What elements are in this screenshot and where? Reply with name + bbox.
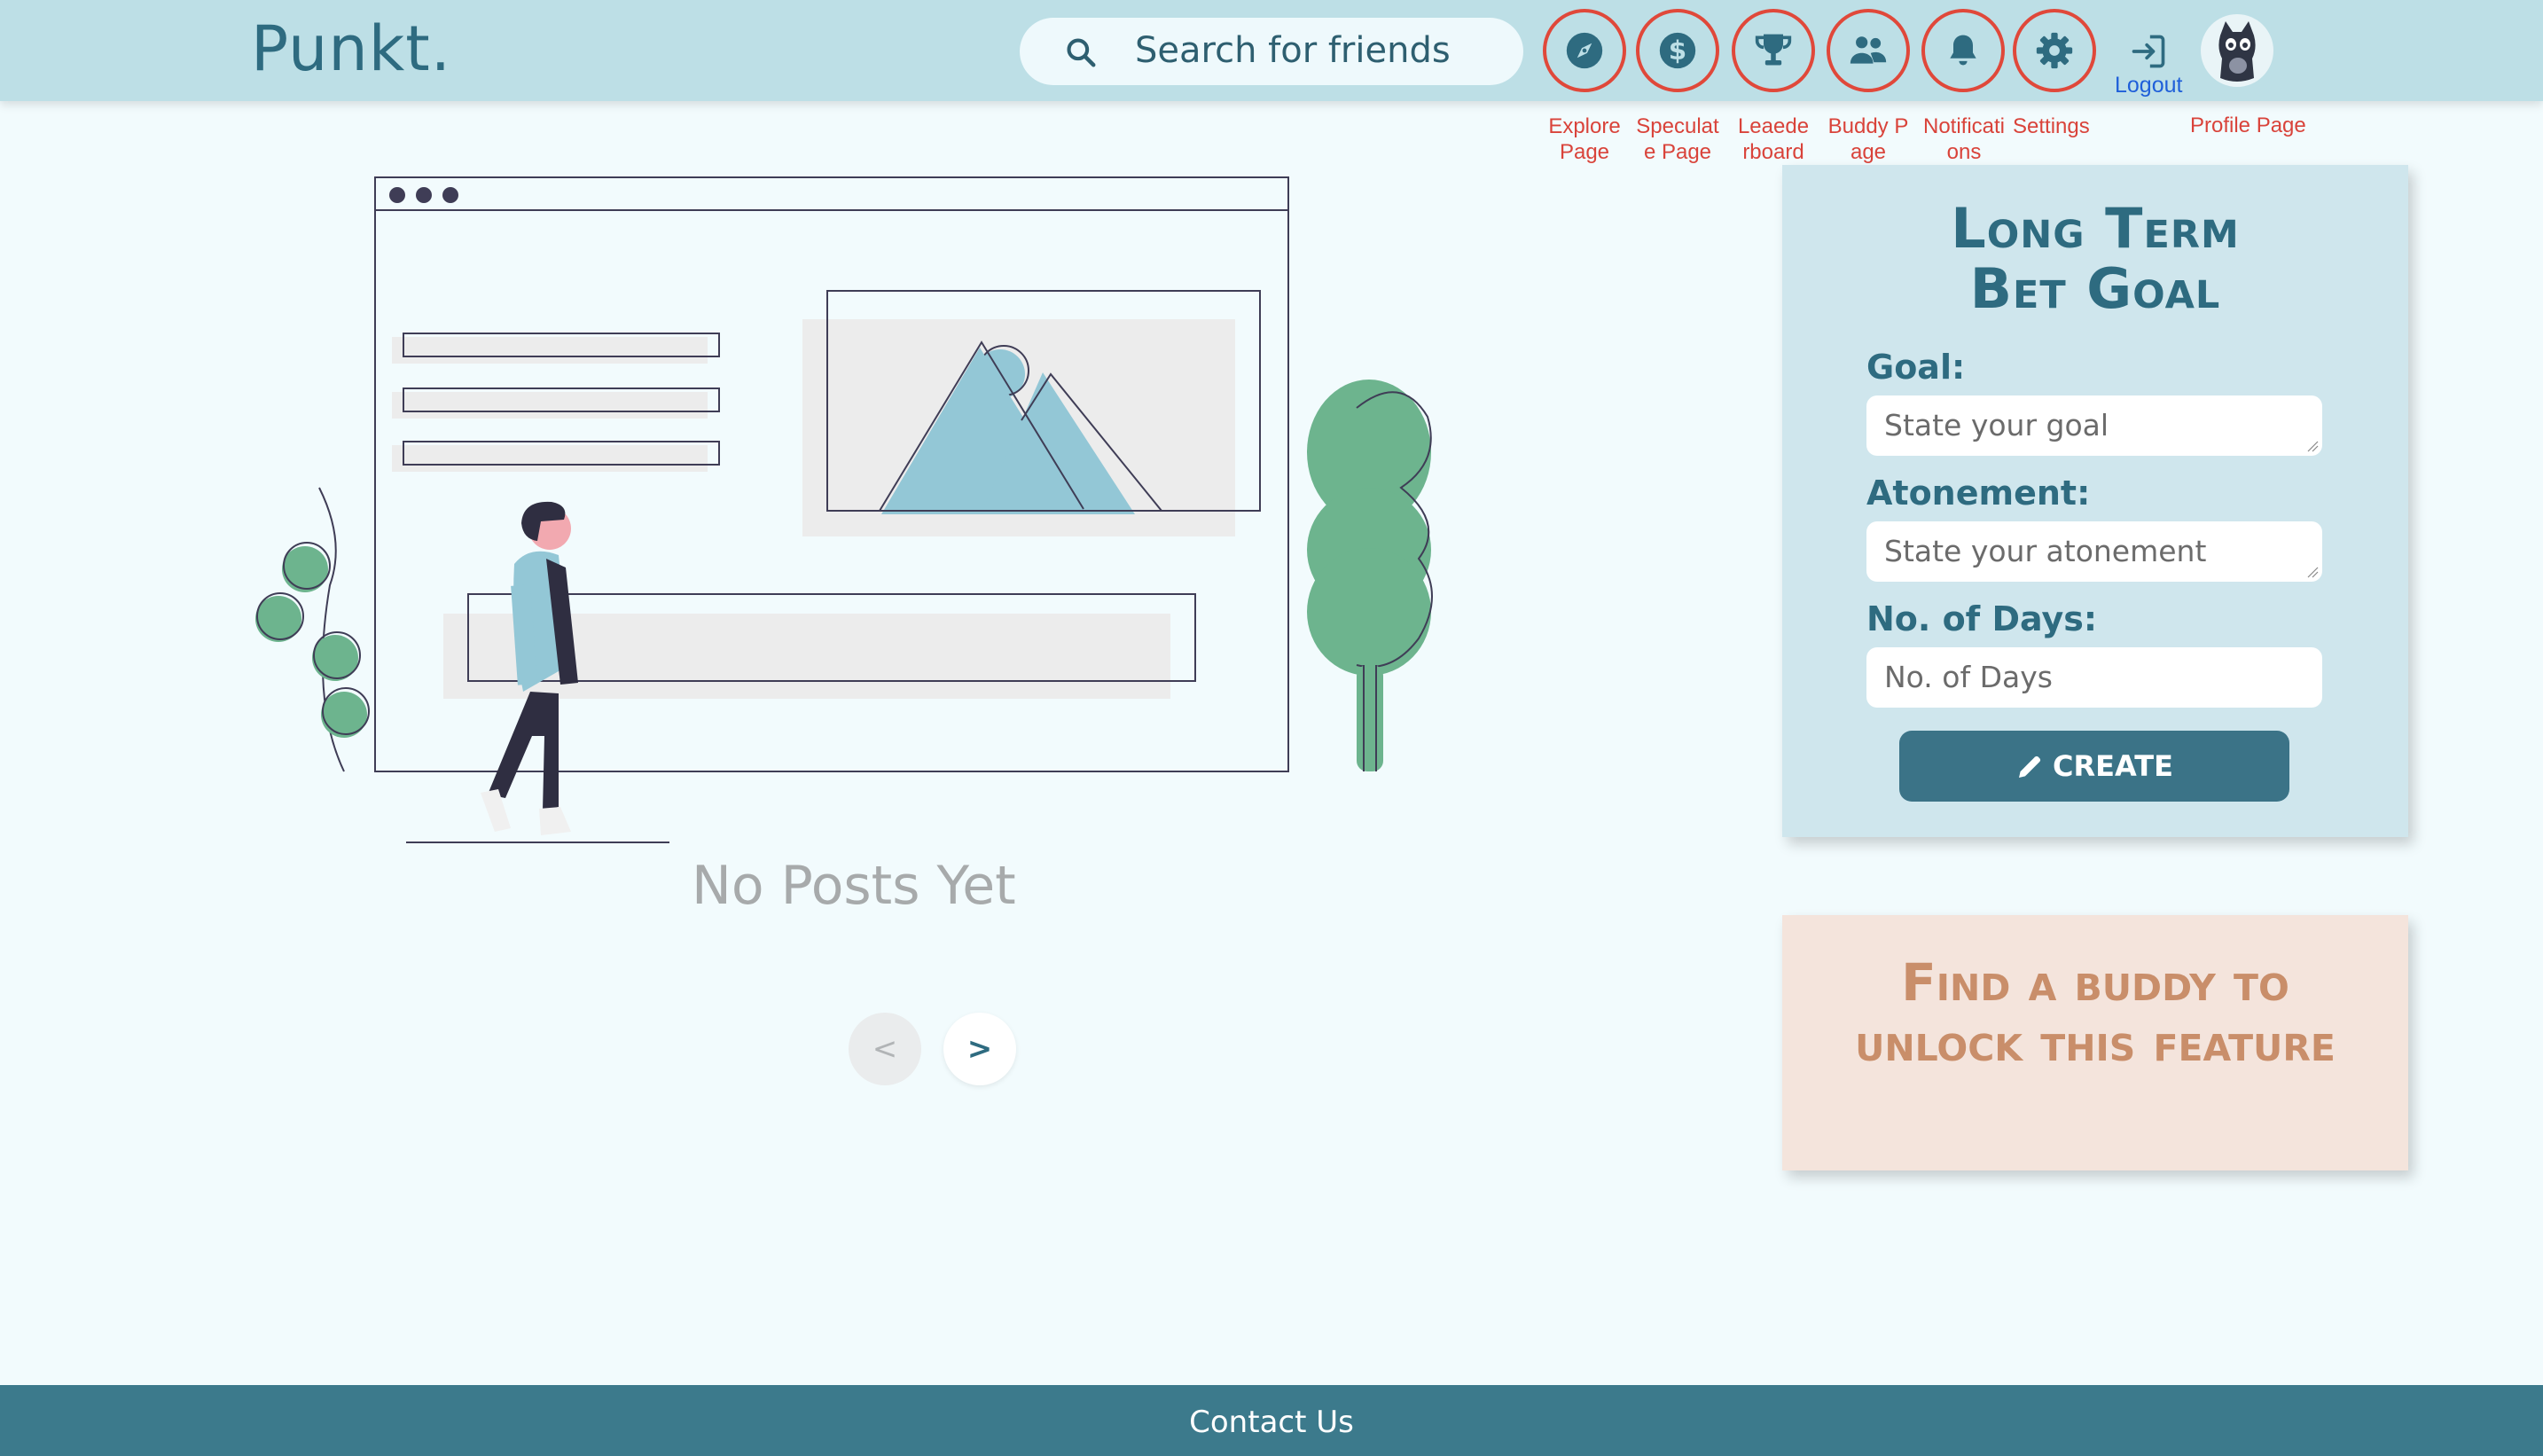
leaderboard-label: Leaederboard	[1737, 114, 1810, 164]
leaderboard-button[interactable]	[1732, 9, 1815, 92]
empty-state-illustration	[255, 176, 1433, 843]
svg-text:$: $	[1669, 35, 1686, 66]
contact-us-link[interactable]: Contact Us	[0, 1405, 2543, 1440]
pencil-icon	[2019, 755, 2041, 778]
profile-page-label: Profile Page	[2190, 114, 2306, 137]
speculate-page-label: Speculate Page	[1636, 114, 1719, 164]
goal-label: Goal:	[1866, 348, 1966, 387]
logout-label[interactable]: Logout	[2115, 73, 2182, 98]
bet-card-title: Long Term Bet Goal	[1951, 196, 2240, 321]
speculate-page-button[interactable]: $	[1636, 9, 1719, 92]
settings-button[interactable]	[2013, 9, 2096, 92]
buddy-locked-card: Find a buddy to unlock this feature	[1782, 915, 2408, 1170]
days-field[interactable]: No. of Days	[1866, 647, 2322, 708]
search-placeholder: Search for friends	[1135, 30, 1451, 71]
compass-icon	[1566, 32, 1603, 69]
buddy-locked-message: Find a buddy to unlock this feature	[1855, 952, 2336, 1073]
app-logo[interactable]: Punkt.	[251, 12, 451, 85]
notifications-button[interactable]	[1921, 9, 2005, 92]
buddy-page-button[interactable]	[1827, 9, 1910, 92]
atonement-placeholder: State your atonement	[1884, 534, 2207, 568]
long-term-bet-card: Long Term Bet Goal Goal: State your goal…	[1782, 165, 2408, 837]
previous-page-button[interactable]: <	[849, 1013, 921, 1085]
atonement-field[interactable]: State your atonement	[1866, 521, 2322, 582]
explore-page-button[interactable]	[1543, 9, 1626, 92]
users-icon	[1850, 36, 1887, 64]
days-placeholder: No. of Days	[1884, 660, 2053, 694]
search-icon	[1067, 38, 1096, 67]
create-button[interactable]: CREATE	[1899, 731, 2289, 802]
buddy-page-label: Buddy Page	[1827, 114, 1909, 164]
notifications-label: Notifications	[1922, 114, 2006, 164]
atonement-label: Atonement:	[1866, 474, 2091, 513]
settings-label: Settings	[2013, 114, 2090, 138]
dollar-icon: $	[1659, 32, 1696, 69]
days-label: No. of Days:	[1866, 599, 2098, 638]
resize-grip-icon[interactable]	[2306, 440, 2319, 452]
no-posts-message: No Posts Yet	[692, 855, 1016, 917]
bell-icon	[1950, 35, 1976, 66]
next-page-button[interactable]: >	[943, 1013, 1016, 1085]
goal-placeholder: State your goal	[1884, 408, 2109, 442]
resize-grip-icon[interactable]	[2306, 566, 2319, 578]
profile-avatar[interactable]	[2201, 14, 2273, 87]
explore-page-label: Explore Page	[1548, 114, 1621, 164]
create-button-label: CREATE	[2053, 749, 2173, 783]
trophy-icon	[1755, 34, 1792, 66]
footer: Contact Us	[0, 1385, 2543, 1456]
cat-avatar-icon	[2218, 21, 2256, 82]
goal-field[interactable]: State your goal	[1866, 395, 2322, 456]
logout-icon[interactable]	[2128, 32, 2169, 71]
gear-icon	[2036, 32, 2073, 69]
search-bar[interactable]: Search for friends	[1020, 18, 1523, 85]
